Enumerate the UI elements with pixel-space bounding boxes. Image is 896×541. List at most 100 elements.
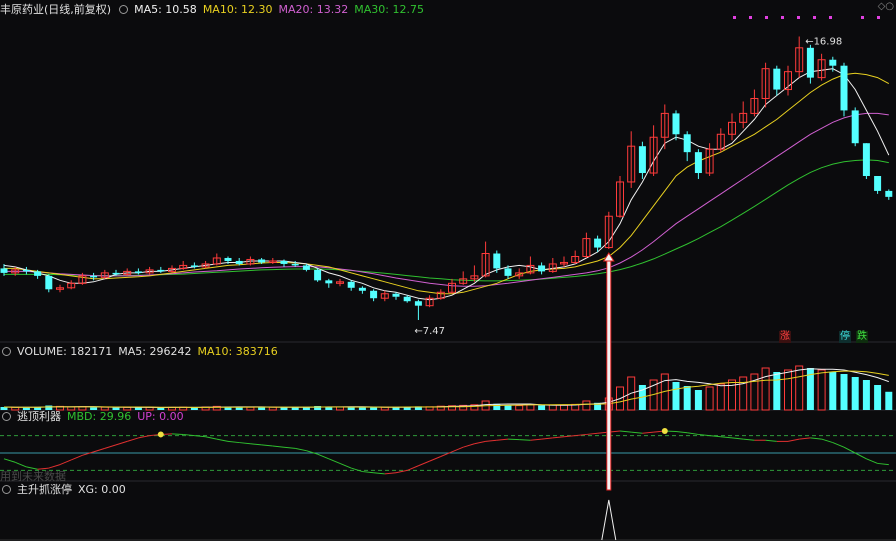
mbd-segment — [328, 458, 341, 464]
candle-body — [358, 287, 366, 291]
corner-icons[interactable]: ◇○ — [878, 1, 894, 12]
mbd-segment — [272, 445, 285, 448]
volume-bar — [784, 369, 792, 411]
mbd-segment — [283, 446, 296, 449]
mbd-segment — [496, 438, 509, 441]
limit-dot — [877, 16, 880, 19]
volume-ma5-label: MA5: 296242 — [118, 344, 192, 358]
mbd-segment — [384, 472, 397, 475]
mbd-segment — [373, 472, 385, 475]
limit-dot — [861, 16, 864, 19]
settings-circle-icon[interactable] — [119, 4, 129, 14]
candle-body — [134, 271, 142, 273]
mbd-indicator — [0, 427, 896, 475]
candle-body — [493, 253, 501, 269]
mbd-segment — [216, 438, 229, 442]
chart-root: ←16.98 ←7.47 丰原药业(日线,前复权) MA5: 10.58 MA10… — [0, 0, 896, 541]
signal-arrow-shaft — [606, 258, 612, 491]
mbd-segment — [127, 437, 139, 442]
stock-title: 丰原药业(日线,前复权) — [0, 3, 112, 16]
volume-settings-icon[interactable] — [2, 346, 11, 356]
indicator2-name: 主升抓涨停 — [17, 483, 72, 496]
mbd-segment — [810, 437, 822, 440]
up-label: UP: 0.00 — [137, 409, 184, 423]
mbd-segment — [866, 458, 878, 464]
mbd-segment — [541, 437, 553, 440]
candle-body — [638, 146, 646, 174]
candle-body — [694, 152, 702, 174]
candle-body — [235, 260, 243, 264]
mbd-segment — [93, 447, 105, 453]
candle-body — [392, 293, 400, 297]
mbd-segment — [82, 451, 94, 456]
volume-bar — [291, 407, 299, 410]
candle-body — [112, 272, 120, 275]
volume-ma10-line — [3, 370, 889, 408]
mbd-segment — [463, 443, 475, 448]
xg-indicator — [0, 499, 896, 541]
candle-body — [414, 301, 422, 306]
mbd-segment — [205, 436, 217, 440]
candle-body — [862, 143, 870, 176]
mbd-segment — [474, 440, 486, 445]
candle-body — [347, 281, 355, 288]
mbd-segment — [339, 462, 352, 469]
mbd-segment — [261, 444, 273, 447]
volume-bar — [773, 372, 781, 410]
indicator1-settings-icon[interactable] — [2, 411, 11, 421]
mbd-segment — [787, 438, 800, 442]
stock-chart[interactable]: ←16.98 ←7.47 — [0, 0, 896, 541]
circle-icon[interactable]: ○ — [885, 1, 894, 12]
volume-ma-lines — [3, 368, 889, 409]
ma20-line — [4, 112, 889, 287]
mbd-segment — [843, 446, 856, 454]
candle-body — [538, 265, 546, 272]
ting-tag: 停 — [839, 331, 851, 343]
mbd-segment — [71, 454, 83, 461]
candle-body — [45, 275, 53, 290]
mbd-segment — [563, 435, 576, 438]
volume-bar — [347, 407, 355, 410]
mbd-segment — [407, 465, 419, 471]
mbd-segment — [250, 443, 262, 446]
mbd-segment — [832, 442, 845, 448]
ma20-label: MA20: 13.32 — [278, 2, 349, 16]
mbd-segment — [642, 431, 654, 434]
candle-body — [672, 113, 680, 135]
mbd-segment — [3, 458, 16, 463]
volume-bar — [560, 404, 568, 411]
ma5-label: MA5: 10.58 — [134, 2, 197, 16]
volume-bar — [258, 407, 266, 410]
volume-bar — [885, 391, 893, 410]
candle-body — [190, 265, 198, 267]
mbd-segment — [854, 452, 867, 460]
mbd-segment — [687, 432, 699, 435]
ma10-label: MA10: 12.30 — [202, 2, 273, 16]
volume-bar — [548, 404, 557, 411]
volume-ma5-line — [3, 368, 889, 409]
candle-body — [403, 296, 411, 302]
volume-ma10-label: MA10: 383716 — [197, 344, 278, 358]
mbd-segment — [227, 440, 240, 444]
candle-body — [0, 268, 8, 273]
volume-bar — [761, 367, 770, 411]
volume-bar — [683, 386, 691, 410]
ma-lines — [3, 68, 890, 301]
xg-spike — [601, 499, 617, 541]
mbd-segment — [743, 438, 755, 441]
ma5-line — [3, 68, 890, 301]
ma10-line — [4, 72, 890, 295]
candle-body — [157, 269, 165, 272]
candle-body — [325, 280, 333, 284]
mbd-segment — [115, 440, 128, 446]
candle-body — [224, 257, 232, 261]
mbd-segment — [519, 439, 531, 441]
limit-dot — [765, 16, 768, 19]
mbd-segment — [306, 450, 318, 455]
mbd-segment — [552, 436, 565, 439]
high-annotation: ←16.98 — [805, 36, 842, 47]
limit-dot — [813, 16, 816, 19]
candle-body — [291, 263, 299, 266]
indicator2-settings-icon[interactable] — [2, 484, 11, 494]
low-annotation: ←7.47 — [414, 326, 445, 337]
